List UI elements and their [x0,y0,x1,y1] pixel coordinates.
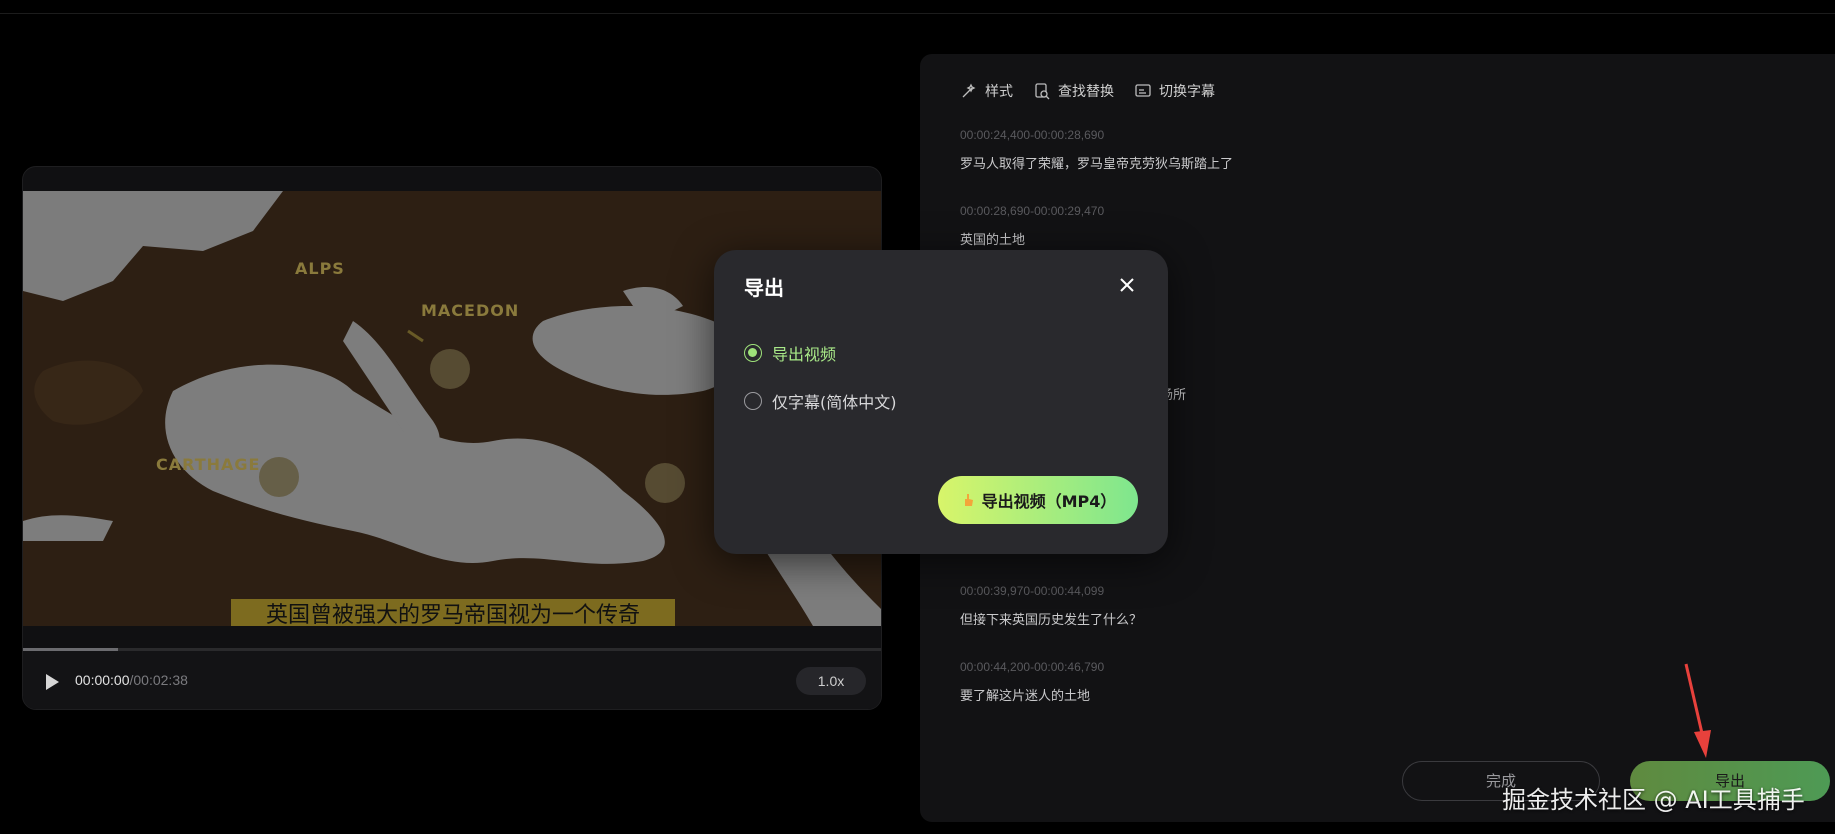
time-display: 00:00:00/00:02:38 [75,672,188,688]
document-search-icon [1035,83,1050,100]
option-subtitle-only-label: 仅字幕(简体中文) [772,393,897,412]
dialog-title: 导出 [744,276,784,300]
cue-text: 罗马人取得了荣耀，罗马皇帝克劳狄乌斯踏上了 [960,157,1234,172]
top-divider [0,13,1835,14]
cue-text: 但接下来英国历史发生了什么？ [960,613,1143,628]
subtitle-cue[interactable]: 00:00:39,970-00:00:44,099 但接下来英国历史发生了什么？ [960,584,1142,628]
magic-wand-icon [962,83,976,98]
map-label-macedon: MACEDON [421,301,520,320]
playback-speed-button[interactable]: 1.0x [796,667,866,695]
radio-unselected-icon[interactable] [744,392,762,410]
duration: /00:02:38 [129,672,188,688]
option-export-video[interactable]: 导出视频 [744,341,836,365]
radio-selected-icon[interactable] [744,344,762,362]
find-replace-button[interactable]: 查找替换 [1033,81,1114,101]
cue-time: 00:00:28,690-00:00:29,470 [960,204,1105,218]
player-controls: 00:00:00/00:02:38 1.0x [23,651,881,709]
find-replace-label: 查找替换 [1058,84,1114,100]
map-label-alps: ALPS [295,259,345,278]
export-mp4-label: 导出视频（MP4） [981,492,1117,511]
subtitle-cue[interactable]: 00:00:28,690-00:00:29,470 英国的土地 [960,204,1104,248]
close-icon[interactable] [1114,272,1140,298]
subtitle-switch-icon [1135,84,1151,97]
watermark: 掘金技术社区 @ AI工具捕手 [1502,786,1805,814]
cue-time: 00:00:39,970-00:00:44,099 [960,584,1105,598]
subtitle-toolbar: 样式 查找替换 切换字幕 [960,76,1215,106]
subtitle-cue[interactable]: 00:00:24,400-00:00:28,690 罗马人取得了荣耀，罗马皇帝克… [960,128,1233,172]
style-label: 样式 [985,84,1013,100]
video-subtitle: 英国曾被强大的罗马帝国视为一个传奇 [231,599,675,626]
red-arrow-annotation [1684,663,1711,758]
option-subtitle-only[interactable]: 仅字幕(简体中文) [744,389,897,413]
switch-subtitle-button[interactable]: 切换字幕 [1134,81,1215,101]
switch-subtitle-label: 切换字幕 [1159,84,1215,100]
cue-time: 00:00:24,400-00:00:28,690 [960,128,1105,142]
play-icon[interactable] [43,673,61,691]
map-label-carthage: CARTHAGE [156,455,261,474]
export-dialog: 导出 导出视频 仅字幕(简体中文) 导出视频（MP4） [714,250,1168,554]
pointer-hand-icon [964,494,973,506]
cue-text: 要了解这片迷人的土地 [960,689,1091,704]
cue-time: 00:00:44,200-00:00:46,790 [960,660,1105,674]
subtitle-cue[interactable]: 00:00:44,200-00:00:46,790 要了解这片迷人的土地 [960,660,1104,704]
option-export-video-label: 导出视频 [772,345,837,364]
export-mp4-button[interactable]: 导出视频（MP4） [938,476,1138,524]
current-time: 00:00:00 [75,672,130,688]
cue-text: 英国的土地 [960,233,1026,248]
style-button[interactable]: 样式 [960,81,1013,101]
